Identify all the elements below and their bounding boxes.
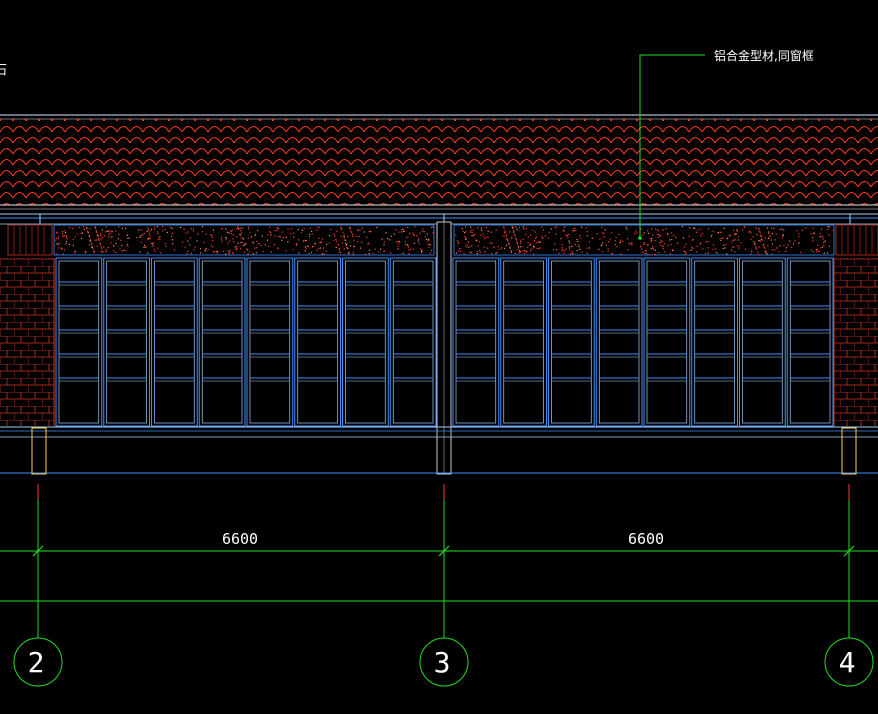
dimension-label-2-3: 6600 <box>222 530 258 548</box>
corner-text-fragment: 石 <box>0 63 7 78</box>
axis-label-2: 2 <box>28 646 45 679</box>
beam-end-hatch-left <box>7 224 53 256</box>
axis-label-4: 4 <box>839 646 856 679</box>
axis-bubble-2: 2 <box>13 637 63 687</box>
brick-wall-right <box>833 258 878 426</box>
brick-wall-left <box>0 258 55 426</box>
axis-label-3: 3 <box>434 646 451 679</box>
axis-lines <box>0 484 878 638</box>
beam-end-hatch-right <box>835 224 878 256</box>
cad-elevation-drawing: 石 6600 6600 2 3 4 铝合金型材,同窗框 <box>0 48 878 687</box>
dimension-label-3-4: 6600 <box>628 530 664 548</box>
axis-bubble-4: 4 <box>824 637 874 687</box>
leader-label: 铝合金型材,同窗框 <box>714 48 814 63</box>
roof-tile-band <box>0 114 878 210</box>
axis-bubble-3: 3 <box>419 637 469 687</box>
centre-column <box>436 221 452 475</box>
